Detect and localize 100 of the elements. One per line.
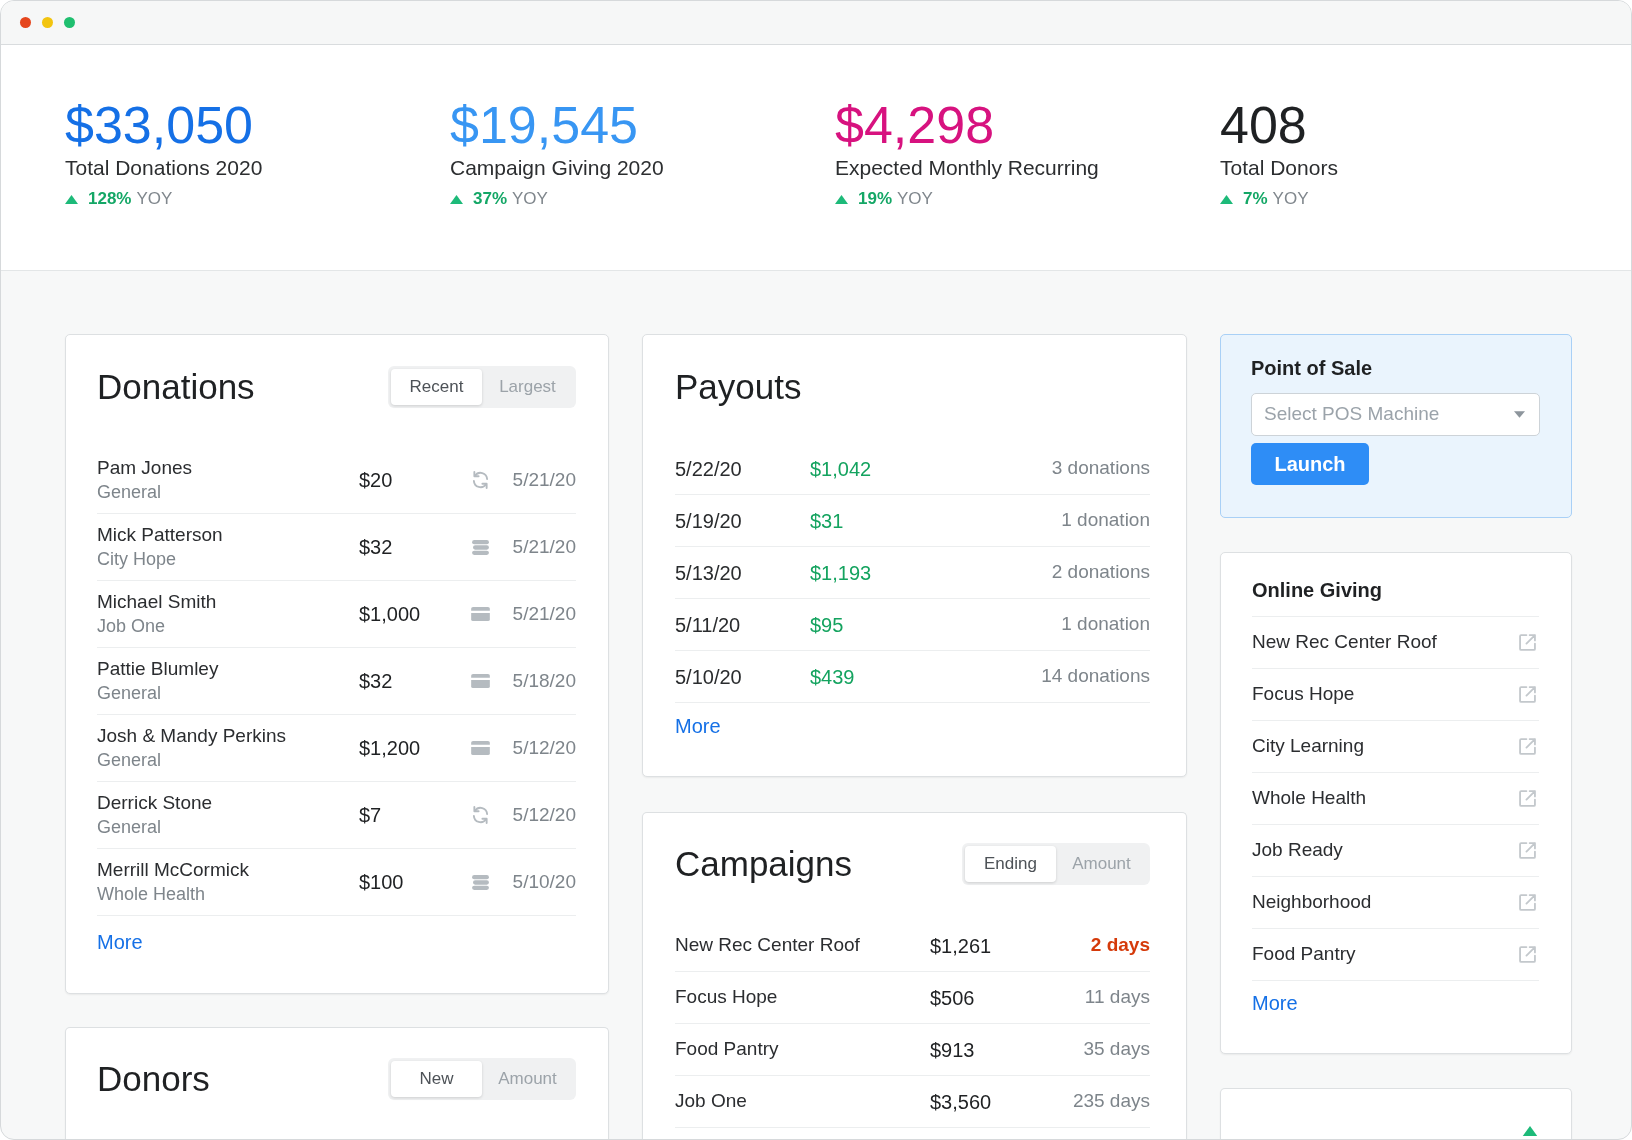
- sort-tab[interactable]: Recent: [391, 369, 482, 405]
- donation-amount: $32: [359, 670, 393, 692]
- card-title: Campaigns: [675, 843, 853, 885]
- credit-card-icon: [470, 674, 490, 688]
- payout-amount: $439: [810, 665, 855, 688]
- campaign-amount: $913: [930, 1038, 975, 1061]
- change-value: 128%: [88, 188, 132, 211]
- donation-count: 3 donations: [1051, 456, 1150, 481]
- campaign-link[interactable]: Whole Health: [1252, 772, 1539, 824]
- stat-label: Expected Monthly Recurring: [835, 155, 1099, 181]
- donation-amount: $32: [359, 536, 393, 558]
- fund-name: Job One: [97, 615, 166, 638]
- campaign-link[interactable]: Focus Hope: [1252, 668, 1539, 720]
- coins-icon: [471, 539, 489, 555]
- panel-title: Point of Sale: [1251, 356, 1373, 380]
- credit-card-icon: [470, 607, 490, 621]
- time-left: 35 days: [1083, 1037, 1150, 1062]
- donation-date: 5/21/20: [512, 534, 576, 559]
- stat-label: Total Donations 2020: [65, 155, 263, 181]
- caret-down-icon: [1514, 411, 1525, 418]
- donation-count: 1 donation: [1061, 612, 1150, 637]
- campaign-link[interactable]: Neighborhood: [1252, 876, 1539, 928]
- donation-date: 5/12/20: [512, 802, 576, 827]
- external-link-icon: [1519, 946, 1536, 963]
- refresh-icon: [471, 806, 489, 824]
- sort-tab[interactable]: New: [391, 1061, 482, 1097]
- campaign-name: Food Pantry: [675, 1038, 779, 1060]
- card-title: Donations: [97, 366, 255, 408]
- donation-amount: $1,000: [359, 603, 421, 625]
- external-link-icon: [1519, 738, 1536, 755]
- time-left: 11 days: [1084, 985, 1150, 1010]
- time-left: 2 days: [1090, 933, 1150, 958]
- donor-name: Josh & Mandy Perkins: [97, 724, 287, 748]
- change-period: YOY: [897, 188, 933, 211]
- donation-count: 2 donations: [1051, 560, 1150, 585]
- refresh-icon: [471, 471, 489, 489]
- change-period: YOY: [136, 188, 173, 211]
- payout-amount: $31: [810, 509, 844, 532]
- more-link[interactable]: More: [97, 930, 143, 954]
- coins-icon: [471, 874, 489, 890]
- external-link-icon: [1519, 686, 1536, 703]
- donation-amount: $1,200: [359, 737, 421, 759]
- panel-title: Online Giving: [1252, 578, 1382, 602]
- campaign-amount: $1,261: [930, 934, 992, 957]
- campaign-name: Job One: [675, 1090, 747, 1112]
- donation-date: 5/18/20: [512, 668, 576, 693]
- fund-name: General: [97, 481, 162, 504]
- more-link[interactable]: More: [1252, 991, 1298, 1015]
- external-link-icon: [1519, 894, 1536, 911]
- payout-amount: $1,042: [810, 457, 872, 480]
- donor-name: Merrill McCormick: [97, 858, 249, 882]
- stat-value: $19,545: [450, 97, 638, 153]
- payout-date: 5/11/20: [675, 613, 741, 636]
- donor-name: Mick Patterson: [97, 523, 223, 547]
- external-link-icon: [1519, 842, 1536, 859]
- campaign-link[interactable]: Food Pantry: [1252, 928, 1539, 980]
- donation-amount: $20: [359, 469, 393, 491]
- stat-label: Campaign Giving 2020: [450, 155, 664, 181]
- payout-date: 5/10/20: [675, 665, 742, 688]
- change-value: 19%: [858, 188, 893, 211]
- donor-name: Michael Smith: [97, 590, 217, 614]
- payout-date: 5/19/20: [675, 509, 742, 532]
- campaign-link[interactable]: New Rec Center Roof: [1252, 616, 1539, 668]
- donation-date: 5/12/20: [512, 735, 576, 760]
- campaign-link[interactable]: City Learning: [1252, 720, 1539, 772]
- credit-card-icon: [470, 741, 490, 755]
- campaign-name: New Rec Center Roof: [675, 934, 860, 956]
- card-title: Payouts: [675, 366, 802, 408]
- change-value: 37%: [473, 188, 508, 211]
- fund-name: General: [97, 682, 162, 705]
- more-link[interactable]: More: [675, 714, 721, 738]
- campaign-amount: $3,560: [930, 1090, 992, 1113]
- external-link-icon: [1519, 634, 1536, 651]
- fund-name: General: [97, 816, 162, 839]
- donor-name: Pattie Blumley: [97, 657, 219, 681]
- card-title: Donors: [97, 1058, 210, 1100]
- change-period: YOY: [512, 188, 548, 211]
- donor-name: Pam Jones: [97, 456, 193, 480]
- campaign-amount: $506: [930, 986, 975, 1009]
- donation-amount: $100: [359, 871, 404, 893]
- donation-count: 1 donation: [1061, 508, 1150, 533]
- stat-value: $33,050: [65, 97, 253, 153]
- campaign-link[interactable]: Job Ready: [1252, 824, 1539, 876]
- payout-date: 5/13/20: [675, 561, 742, 584]
- sort-tab[interactable]: Ending: [965, 846, 1056, 882]
- payout-amount: $1,193: [810, 561, 872, 584]
- donor-name: Derrick Stone: [97, 791, 213, 815]
- donation-date: 5/10/20: [512, 869, 576, 894]
- stat-label: Total Donors: [1220, 155, 1338, 181]
- change-value: 7%: [1243, 188, 1268, 211]
- fund-name: Whole Health: [97, 883, 206, 906]
- donation-date: 5/21/20: [512, 467, 576, 492]
- stat-value: $4,298: [835, 97, 995, 153]
- fund-name: City Hope: [97, 548, 177, 571]
- external-link-icon: [1519, 790, 1536, 807]
- fund-name: General: [97, 749, 162, 772]
- donation-amount: $7: [359, 804, 382, 826]
- stat-value: 408: [1220, 97, 1307, 153]
- payout-amount: $95: [810, 613, 844, 636]
- time-left: 235 days: [1072, 1089, 1150, 1114]
